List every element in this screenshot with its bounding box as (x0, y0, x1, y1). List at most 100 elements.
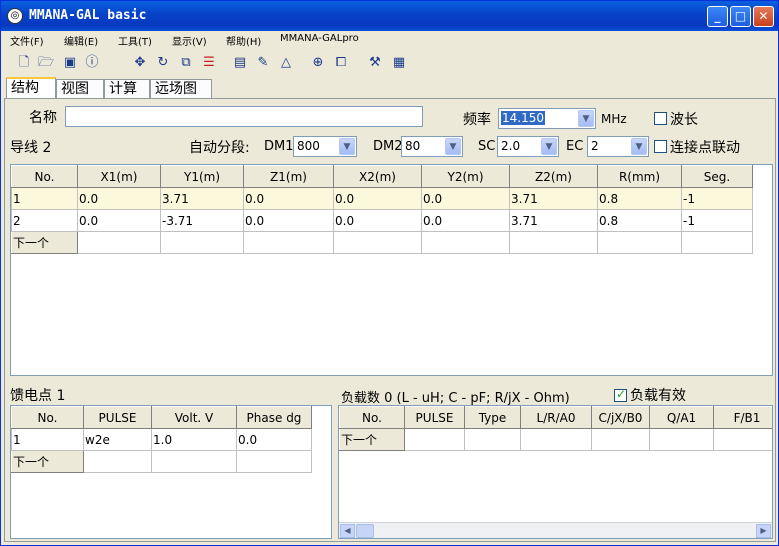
table-cell[interactable] (421, 231, 510, 254)
table-cell[interactable]: -1 (681, 187, 753, 210)
table-cell[interactable] (77, 231, 161, 254)
table-cell[interactable]: 0.0 (77, 187, 161, 210)
wires-grid[interactable]: No. X1(m) Y1(m) Z1(m) X2(m) Y2(m) Z2(m) … (10, 164, 773, 376)
table-cell[interactable]: 0.0 (333, 187, 422, 210)
tab-calculate[interactable]: 计算 (104, 79, 150, 99)
col-fb1[interactable]: F/B1 (713, 406, 772, 429)
sources-grid[interactable]: No. PULSE Volt. V Phase dg 1 w2e 1.0 0.0… (10, 405, 332, 539)
document-icon[interactable]: ▤ (231, 54, 249, 72)
loads-enabled-checkbox[interactable] (614, 387, 627, 402)
menu-pro[interactable]: MMANA-GALpro (280, 33, 359, 44)
table-cell[interactable]: w2e (83, 428, 152, 451)
sc-combo[interactable]: 2.0 ▼ (497, 136, 559, 157)
table-cell[interactable] (681, 231, 753, 254)
table-cell[interactable] (520, 428, 592, 451)
table-cell[interactable]: 3.71 (160, 187, 244, 210)
table-cell[interactable] (713, 428, 772, 451)
table-cell[interactable] (464, 428, 521, 451)
scale-icon[interactable]: ⧉ (177, 54, 195, 72)
table-cell[interactable]: 1.0 (151, 428, 237, 451)
col-no[interactable]: No. (11, 165, 78, 188)
table-row[interactable]: 下一个 (11, 231, 753, 254)
save-icon[interactable]: ▣ (61, 54, 79, 72)
chevron-down-icon[interactable]: ▼ (541, 138, 557, 155)
target-icon[interactable]: ⊕ (309, 54, 327, 72)
tab-geometry[interactable]: 结构 (6, 77, 56, 99)
chevron-down-icon[interactable]: ▼ (339, 138, 355, 155)
col-no[interactable]: No. (11, 406, 84, 429)
table-cell[interactable]: 3.71 (509, 187, 598, 210)
table-cell[interactable]: 0.0 (421, 187, 510, 210)
table-cell[interactable]: 0.8 (597, 209, 682, 232)
maximize-button[interactable]: □ (730, 6, 751, 27)
loads-grid[interactable]: No. PULSE Type L/R/A0 C/jX/B0 Q/A1 F/B1 … (338, 405, 773, 539)
table-cell[interactable] (597, 231, 682, 254)
link-points-checkbox[interactable] (654, 140, 667, 153)
scroll-right-icon[interactable]: ▶ (756, 524, 771, 538)
triangle-icon[interactable]: △ (277, 54, 295, 72)
menu-tools[interactable]: 工具(T) (118, 33, 152, 48)
table-cell[interactable] (649, 428, 714, 451)
table-cell[interactable]: 1 (11, 187, 78, 210)
close-button[interactable]: ✕ (753, 6, 774, 27)
name-input[interactable] (65, 106, 423, 127)
col-segments[interactable]: Seg. (681, 165, 753, 188)
wavelength-checkbox[interactable] (654, 112, 667, 125)
col-y1[interactable]: Y1(m) (160, 165, 244, 188)
chevron-down-icon[interactable]: ▼ (631, 138, 647, 155)
dm1-combo[interactable]: 800 ▼ (293, 136, 357, 157)
title-bar[interactable]: ◎ MMANA-GAL basic _ □ ✕ (1, 1, 778, 31)
table-cell[interactable] (333, 231, 422, 254)
new-file-icon[interactable]: 🗋 (15, 54, 33, 72)
table-cell[interactable] (591, 428, 650, 451)
table-cell[interactable]: -1 (681, 209, 753, 232)
horizontal-scrollbar[interactable]: ◀ ▶ (339, 522, 772, 538)
col-lra0[interactable]: L/R/A0 (520, 406, 592, 429)
chevron-down-icon[interactable]: ▼ (578, 110, 594, 127)
copy-icon[interactable]: ⧠ (332, 54, 350, 72)
table-cell[interactable]: 0.8 (597, 187, 682, 210)
scroll-thumb[interactable] (356, 524, 374, 538)
col-pulse[interactable]: PULSE (404, 406, 465, 429)
col-z1[interactable]: Z1(m) (243, 165, 334, 188)
col-cjxb0[interactable]: C/jX/B0 (591, 406, 650, 429)
dm2-combo[interactable]: 80 ▼ (401, 136, 463, 157)
col-type[interactable]: Type (464, 406, 521, 429)
wire-list-icon[interactable]: ☰ (200, 54, 218, 72)
table-cell[interactable]: 0.0 (236, 428, 312, 451)
table-cell[interactable] (509, 231, 598, 254)
pen-icon[interactable]: ✎ (254, 54, 272, 72)
open-folder-icon[interactable]: 🗁 (37, 54, 55, 72)
col-qa1[interactable]: Q/A1 (649, 406, 714, 429)
antenna-app-icon[interactable]: ◎ (7, 8, 23, 24)
menu-edit[interactable]: 编辑(E) (64, 33, 98, 48)
calculator-icon[interactable]: ▦ (390, 54, 408, 72)
next-row-label[interactable]: 下一个 (11, 231, 78, 254)
menu-view[interactable]: 显示(V) (172, 33, 207, 48)
col-z2[interactable]: Z2(m) (509, 165, 598, 188)
menu-file[interactable]: 文件(F) (10, 33, 44, 48)
col-voltage[interactable]: Volt. V (151, 406, 237, 429)
table-cell[interactable]: 0.0 (243, 209, 334, 232)
rotate-icon[interactable]: ↻ (154, 54, 172, 72)
table-row[interactable]: 下一个 (11, 450, 312, 473)
col-pulse[interactable]: PULSE (83, 406, 152, 429)
table-cell[interactable] (404, 428, 465, 451)
table-row[interactable]: 2 0.0 -3.71 0.0 0.0 0.0 3.71 0.8 -1 (11, 209, 753, 232)
tab-far-field[interactable]: 远场图 (150, 79, 212, 99)
col-radius[interactable]: R(mm) (597, 165, 682, 188)
table-cell[interactable]: 0.0 (77, 209, 161, 232)
table-cell[interactable]: 2 (11, 209, 78, 232)
info-icon[interactable]: ⓘ (83, 54, 101, 72)
tab-view[interactable]: 视图 (56, 79, 104, 99)
menu-help[interactable]: 帮助(H) (226, 33, 261, 48)
minimize-button[interactable]: _ (707, 6, 728, 27)
table-cell[interactable]: 3.71 (509, 209, 598, 232)
ec-combo[interactable]: 2 ▼ (587, 136, 649, 157)
col-no[interactable]: No. (339, 406, 405, 429)
col-x1[interactable]: X1(m) (77, 165, 161, 188)
chevron-down-icon[interactable]: ▼ (445, 138, 461, 155)
table-cell[interactable] (236, 450, 312, 473)
table-cell[interactable]: 0.0 (421, 209, 510, 232)
table-cell[interactable]: 1 (11, 428, 84, 451)
